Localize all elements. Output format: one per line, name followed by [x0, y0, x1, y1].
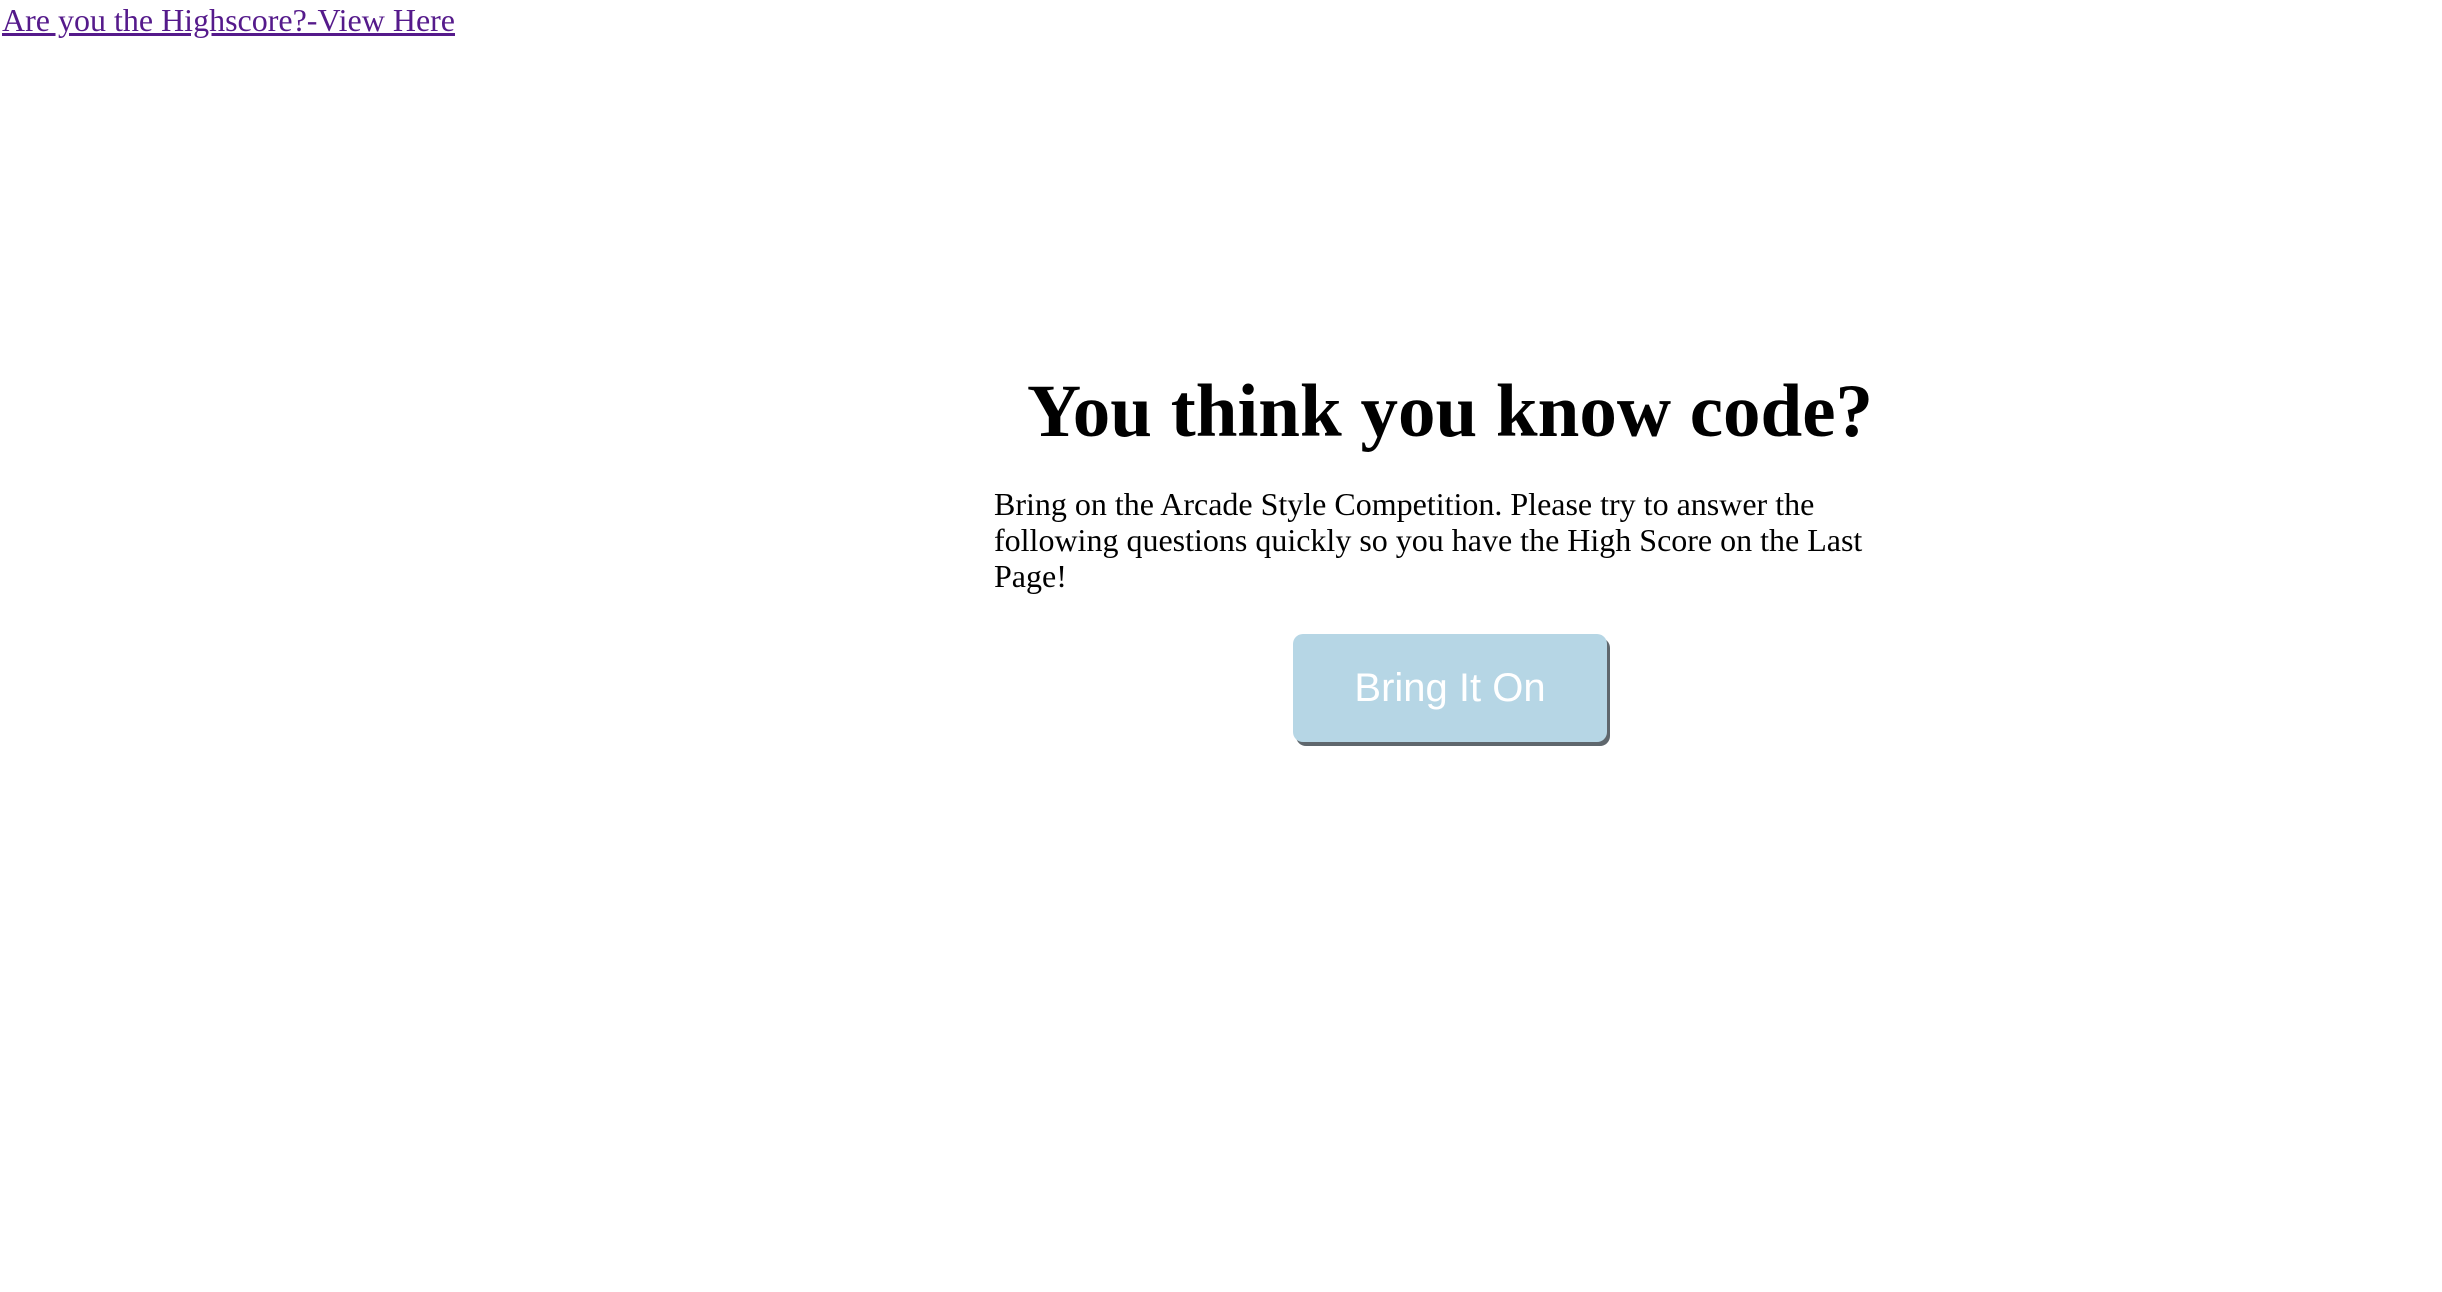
- intro-text: Bring on the Arcade Style Competition. P…: [994, 486, 1863, 594]
- view-highscores-link[interactable]: Are you the Highscore?-View Here: [2, 0, 455, 40]
- page-title: You think you know code?: [1026, 370, 1874, 453]
- quiz-start-card: You think you know code? Bring on the Ar…: [994, 360, 1906, 742]
- start-quiz-button[interactable]: Bring It On: [1293, 634, 1607, 742]
- start-button-container: Bring It On: [994, 634, 1906, 742]
